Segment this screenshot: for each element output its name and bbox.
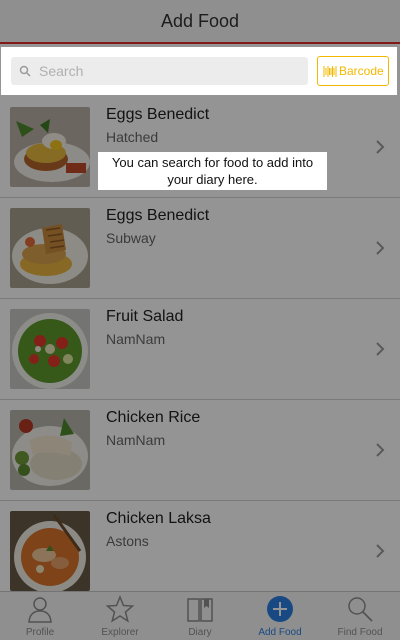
tab-diary[interactable]: Diary (160, 592, 240, 640)
chicken-laksa-photo (10, 511, 90, 591)
chevron-right-icon (376, 342, 385, 356)
search-bar: Search Barcode (1, 47, 397, 95)
chevron-right-icon (376, 241, 385, 255)
book-icon (187, 598, 213, 622)
tab-profile[interactable]: Profile (0, 592, 80, 640)
food-name: Eggs Benedict (106, 207, 210, 224)
page-title: Add Food (160, 11, 240, 31)
food-place: Hatched (106, 129, 159, 145)
tab-label: Find Food (337, 627, 383, 638)
tab-label: Add Food (258, 627, 302, 638)
food-place: Subway (106, 230, 156, 246)
food-place: NamNam (106, 432, 166, 448)
star-icon (106, 595, 134, 623)
food-place: NamNam (106, 331, 166, 347)
food-name: Fruit Salad (106, 308, 184, 325)
food-row[interactable]: Fruit Salad NamNam (0, 299, 400, 400)
tutorial-tooltip: You can search for food to add into your… (98, 152, 327, 190)
search-placeholder: Search (39, 63, 84, 79)
plus-circle-icon (267, 596, 293, 622)
food-place: Astons (106, 533, 149, 549)
search-input[interactable]: Search (11, 57, 308, 85)
eggs-benedict-sandwich-photo (10, 208, 90, 288)
chevron-right-icon (376, 443, 385, 457)
food-row[interactable]: Chicken Rice NamNam (0, 400, 400, 501)
tab-label: Explorer (101, 627, 139, 638)
chevron-right-icon (376, 544, 385, 558)
food-name: Chicken Laksa (106, 510, 211, 527)
tooltip-line-2: your diary here. (167, 172, 258, 187)
food-row[interactable]: Chicken Laksa Astons (0, 501, 400, 591)
magnifier-icon (348, 597, 373, 622)
eggs-benedict-photo (10, 107, 90, 187)
chicken-rice-photo (10, 410, 90, 490)
person-icon (28, 597, 52, 623)
barcode-button[interactable]: Barcode (317, 56, 389, 86)
fruit-salad-photo (10, 309, 90, 389)
food-name: Eggs Benedict (106, 106, 210, 123)
tab-label: Diary (188, 627, 212, 638)
search-icon (19, 65, 31, 77)
nav-header: Add Food (0, 0, 400, 44)
barcode-icon (323, 66, 337, 77)
chevron-right-icon (376, 140, 385, 154)
tab-label: Profile (25, 627, 55, 638)
tab-explorer[interactable]: Explorer (80, 592, 160, 640)
food-row[interactable]: Eggs Benedict Subway (0, 198, 400, 299)
tab-find-food[interactable]: Find Food (320, 592, 400, 640)
tooltip-line-1: You can search for food to add into (111, 155, 314, 170)
food-name: Chicken Rice (106, 409, 201, 426)
tab-bar: Profile Explorer Diary Add Food Find Foo… (0, 591, 400, 640)
barcode-label: Barcode (339, 64, 384, 78)
tab-add-food[interactable]: Add Food (240, 592, 320, 640)
